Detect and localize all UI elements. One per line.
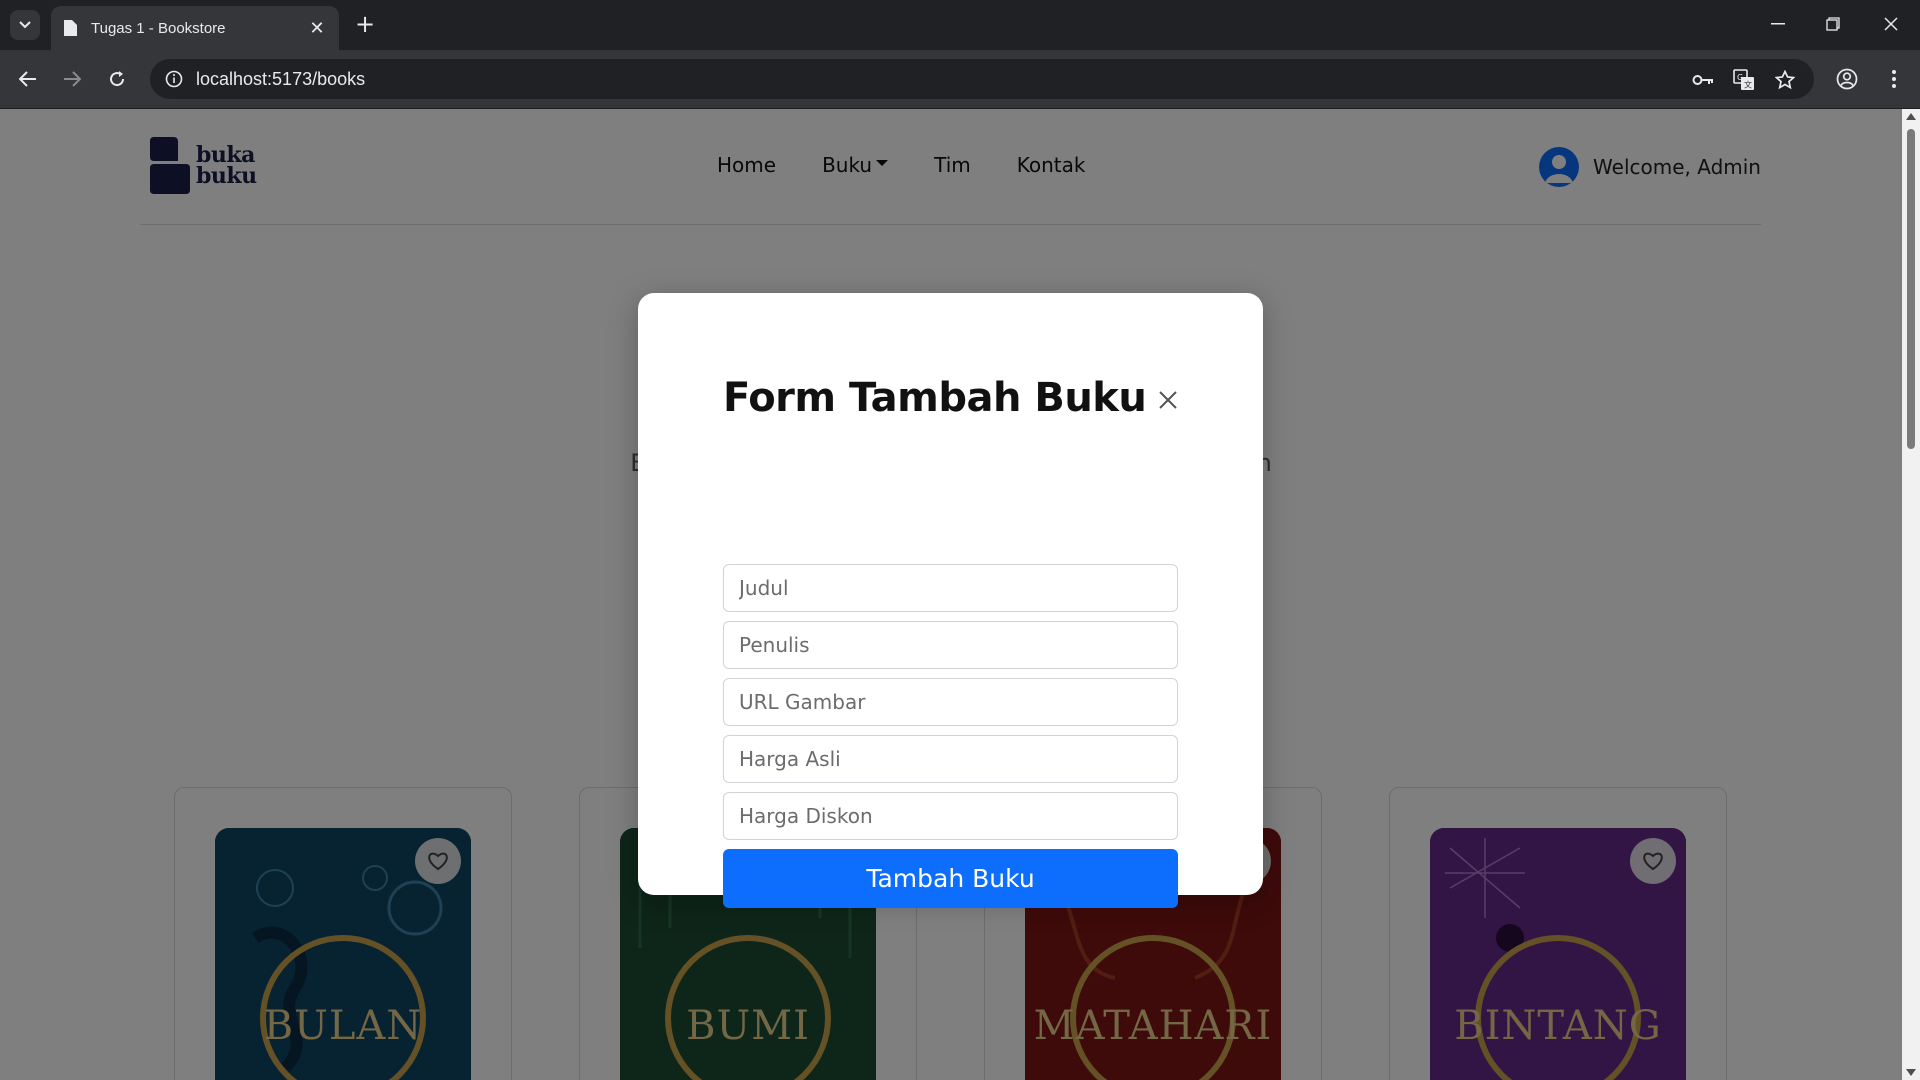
new-tab-button[interactable]: + (352, 12, 378, 36)
profile-icon[interactable] (1833, 65, 1861, 93)
site-info-icon[interactable] (162, 67, 186, 91)
harga-asli-input[interactable] (723, 735, 1178, 783)
harga-diskon-input[interactable] (723, 792, 1178, 840)
judul-input[interactable] (723, 564, 1178, 612)
restore-icon (1826, 17, 1840, 31)
tab-title: Tugas 1 - Bookstore (91, 19, 226, 37)
svg-text:文: 文 (1744, 80, 1752, 90)
bookmark-star-icon[interactable] (1772, 67, 1798, 93)
forward-button[interactable] (56, 63, 88, 95)
reload-button[interactable] (101, 63, 133, 95)
modal-title: Form Tambah Buku (723, 375, 1147, 421)
browser-toolbar: localhost:5173/books G文 (0, 50, 1920, 109)
modal-close-button[interactable] (1155, 387, 1181, 413)
browser-tab-bar: Tugas 1 - Bookstore ✕ + (0, 0, 1920, 50)
url-gambar-input[interactable] (723, 678, 1178, 726)
address-bar[interactable]: localhost:5173/books G文 (150, 59, 1814, 99)
arrow-right-icon (64, 71, 81, 87)
minimize-button[interactable] (1758, 8, 1798, 40)
svg-text:G: G (1737, 73, 1743, 82)
scroll-up-icon[interactable] (1906, 113, 1916, 120)
restore-button[interactable] (1813, 8, 1853, 40)
chevron-down-icon (19, 21, 31, 29)
tab-search-button[interactable] (10, 10, 40, 40)
scroll-down-icon[interactable] (1906, 1069, 1916, 1076)
arrow-left-icon (19, 71, 36, 87)
url-text[interactable]: localhost:5173/books (196, 69, 365, 90)
translate-icon[interactable]: G文 (1731, 67, 1757, 93)
scroll-thumb[interactable] (1907, 129, 1915, 449)
window-close-button[interactable] (1871, 8, 1911, 40)
reload-icon (110, 71, 125, 87)
penulis-input[interactable] (723, 621, 1178, 669)
page-scrollbar[interactable] (1902, 109, 1920, 1080)
close-icon (1159, 391, 1177, 409)
tab-close-icon[interactable]: ✕ (307, 18, 327, 39)
page-viewport: buka buku Home Buku Tim Kontak Welcome, … (0, 109, 1902, 1080)
close-icon (1884, 17, 1898, 31)
password-key-icon[interactable] (1690, 67, 1716, 93)
minimize-icon (1771, 23, 1785, 25)
kebab-menu-icon[interactable] (1880, 65, 1908, 93)
back-button[interactable] (12, 63, 44, 95)
add-book-modal: Form Tambah Buku Tambah Buku (638, 293, 1263, 908)
tambah-buku-button[interactable]: Tambah Buku (723, 849, 1178, 908)
browser-tab[interactable]: Tugas 1 - Bookstore ✕ (51, 6, 339, 50)
document-icon (64, 20, 77, 36)
